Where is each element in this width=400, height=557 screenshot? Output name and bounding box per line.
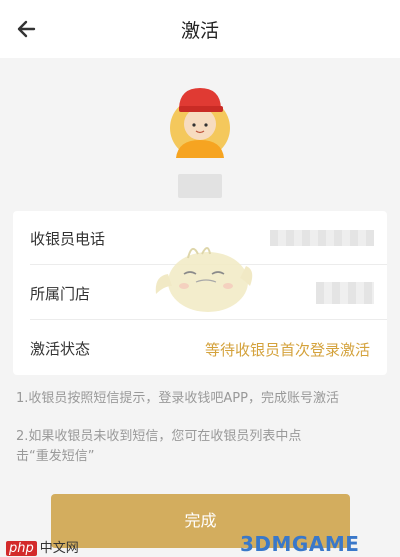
php-watermark-tag: php	[6, 541, 37, 556]
status-row: 激活状态 等待收银员首次登录激活	[13, 321, 387, 375]
header-bar: 激活	[0, 0, 400, 58]
status-value: 等待收银员首次登录激活	[204, 341, 370, 359]
game-watermark: 3DMGAME	[240, 532, 360, 556]
php-watermark: php 中文网	[6, 537, 79, 556]
page-title: 激活	[180, 20, 219, 42]
cashier-name-redacted	[178, 174, 222, 198]
phone-value-redacted	[270, 230, 374, 246]
phone-label: 收银员电话	[30, 230, 106, 248]
instruction-note-2: 2.如果收银员未收到短信，您可在收银员列表中点击“重发短信”	[16, 429, 302, 464]
store-value-redacted	[316, 282, 374, 304]
store-label: 所属门店	[30, 285, 91, 303]
instruction-note-1: 1.收银员按照短信提示，登录收钱吧APP，完成账号激活	[16, 391, 339, 406]
mascot-watermark	[155, 247, 253, 312]
status-label: 激活状态	[30, 340, 91, 358]
cashier-avatar	[170, 88, 230, 158]
php-watermark-text: 中文网	[39, 541, 79, 556]
